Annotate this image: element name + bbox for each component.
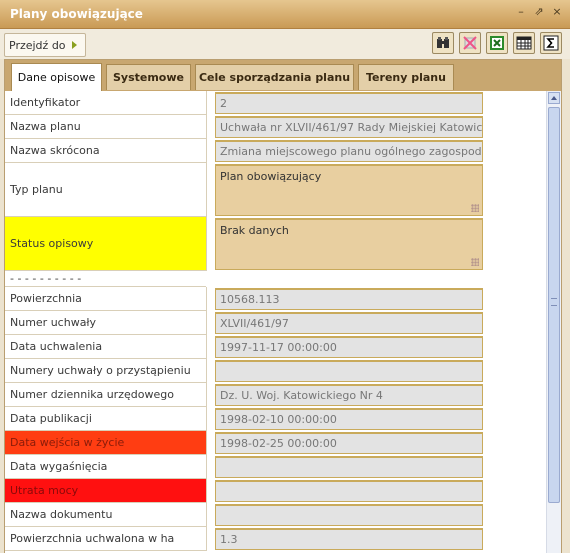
numer-uchwaly-field[interactable]: XLVII/461/97 [215, 312, 483, 334]
divider [206, 217, 207, 271]
field-label: Numery uchwały o przystąpieniu [5, 359, 206, 383]
identyfikator-field[interactable]: 2 [215, 92, 483, 114]
binoculars-button[interactable] [432, 32, 454, 54]
scroll-grip-icon [551, 298, 557, 306]
divider [206, 527, 207, 551]
sum-button[interactable] [540, 32, 562, 54]
excel-icon [490, 36, 504, 50]
resize-grip-icon[interactable] [471, 258, 479, 266]
play-arrow-icon [71, 41, 77, 49]
field-label: Data wygaśnięcia [5, 455, 206, 479]
divider [206, 311, 207, 335]
excel-button[interactable] [486, 32, 508, 54]
separator-label: - - - - - - - - - - [5, 271, 206, 287]
tab-systemowe[interactable]: Systemowe [106, 64, 191, 90]
tab-tereny-planu[interactable]: Tereny planu [358, 64, 454, 90]
divider [206, 455, 207, 479]
delete-filter-icon [463, 36, 477, 50]
utrata-mocy-field[interactable] [215, 480, 483, 502]
divider [206, 335, 207, 359]
divider [206, 91, 207, 115]
numer-dziennika-field[interactable]: Dz. U. Woj. Katowickiego Nr 4 [215, 384, 483, 406]
field-row: Data uchwalenia 1997-11-17 00:00:00 [5, 335, 546, 359]
numery-uchwaly-przystapienie-field[interactable] [215, 360, 483, 382]
tab-cele-sporzadzania[interactable]: Cele sporządzania planu [195, 64, 354, 90]
divider [206, 383, 207, 407]
field-label: Identyfikator [5, 91, 206, 115]
field-label: Numer dziennika urzędowego [5, 383, 206, 407]
status-opisowy-value: Brak danych [220, 224, 289, 237]
close-icon[interactable]: × [552, 6, 562, 18]
field-label: Typ planu [5, 163, 206, 217]
field-label: Data uchwalenia [5, 335, 206, 359]
scroll-thumb[interactable] [548, 107, 560, 503]
goto-label: Przejdź do [9, 38, 66, 52]
field-label: Numer uchwały [5, 311, 206, 335]
data-wygasniecia-field[interactable] [215, 456, 483, 478]
nazwa-skrocona-field[interactable]: Zmiana miejscowego planu ogólnego zagosp… [215, 140, 483, 162]
field-row: Typ planu Plan obowiązujący [5, 163, 546, 217]
field-row: Numer dziennika urzędowego Dz. U. Woj. K… [5, 383, 546, 407]
divider [206, 503, 207, 527]
field-row: Nazwa dokumentu [5, 503, 546, 527]
field-label: Nazwa skrócona [5, 139, 206, 163]
scroll-up-arrow-icon[interactable] [548, 92, 560, 104]
sigma-icon [543, 35, 559, 51]
divider [206, 479, 207, 503]
field-label: Nazwa dokumentu [5, 503, 206, 527]
data-publikacji-field[interactable]: 1998-02-10 00:00:00 [215, 408, 483, 430]
divider [206, 359, 207, 383]
field-row: Powierzchnia uchwalona w ha 1.3 [5, 527, 546, 551]
powierzchnia-uchwalona-field[interactable]: 1.3 [215, 528, 483, 550]
divider [206, 431, 207, 455]
table-icon [516, 36, 532, 50]
field-label: Utrata mocy [5, 479, 206, 503]
toolbar: Przejdź do [0, 29, 570, 59]
resize-grip-icon[interactable] [471, 204, 479, 212]
powierzchnia-field[interactable]: 10568.113 [215, 288, 483, 310]
field-row: Identyfikator 2 [5, 91, 546, 115]
field-row: Data publikacji 1998-02-10 00:00:00 [5, 407, 546, 431]
field-row: Powierzchnia 10568.113 [5, 287, 546, 311]
table-button[interactable] [513, 32, 535, 54]
popout-icon[interactable]: ⇗ [534, 6, 544, 18]
field-row: Data wejścia w życie 1998-02-25 00:00:00 [5, 431, 546, 455]
tab-bar: Dane opisowe Systemowe Cele sporządzania… [5, 60, 561, 91]
separator-row: - - - - - - - - - - [5, 271, 546, 287]
typ-planu-textarea[interactable]: Plan obowiązujący [215, 164, 483, 216]
divider [206, 407, 207, 431]
typ-planu-value: Plan obowiązujący [220, 170, 322, 183]
title-bar: Plany obowiązujące – ⇗ × [0, 0, 570, 29]
field-row: Nazwa planu Uchwała nr XLVII/461/97 Rady… [5, 115, 546, 139]
data-wejscia-field[interactable]: 1998-02-25 00:00:00 [215, 432, 483, 454]
data-uchwalenia-field[interactable]: 1997-11-17 00:00:00 [215, 336, 483, 358]
tab-dane-opisowe[interactable]: Dane opisowe [11, 63, 102, 91]
field-label: Nazwa planu [5, 115, 206, 139]
field-label: Powierzchnia [5, 287, 206, 311]
field-label: Powierzchnia uchwalona w ha [5, 527, 206, 551]
field-label: Status opisowy [5, 217, 206, 271]
divider [206, 139, 207, 163]
field-label: Data publikacji [5, 407, 206, 431]
field-row: Data wygaśnięcia [5, 455, 546, 479]
status-opisowy-textarea[interactable]: Brak danych [215, 218, 483, 270]
delete-filter-button[interactable] [459, 32, 481, 54]
field-row: Numer uchwały XLVII/461/97 [5, 311, 546, 335]
divider [206, 287, 207, 311]
divider [206, 163, 207, 217]
field-row: Numery uchwały o przystąpieniu [5, 359, 546, 383]
field-row: Nazwa skrócona Zmiana miejscowego planu … [5, 139, 546, 163]
field-row: Utrata mocy [5, 479, 546, 503]
nazwa-dokumentu-field[interactable] [215, 504, 483, 526]
form-panel: Dane opisowe Systemowe Cele sporządzania… [4, 59, 562, 553]
divider [206, 115, 207, 139]
vertical-scrollbar[interactable] [546, 91, 561, 553]
nazwa-planu-field[interactable]: Uchwała nr XLVII/461/97 Rady Miejskiej K… [215, 116, 483, 138]
window-title: Plany obowiązujące [10, 7, 143, 21]
field-row: Status opisowy Brak danych [5, 217, 546, 271]
goto-button[interactable]: Przejdź do [4, 33, 86, 57]
minimize-icon[interactable]: – [516, 6, 526, 18]
binoculars-icon [437, 37, 449, 48]
field-label: Data wejścia w życie [5, 431, 206, 455]
